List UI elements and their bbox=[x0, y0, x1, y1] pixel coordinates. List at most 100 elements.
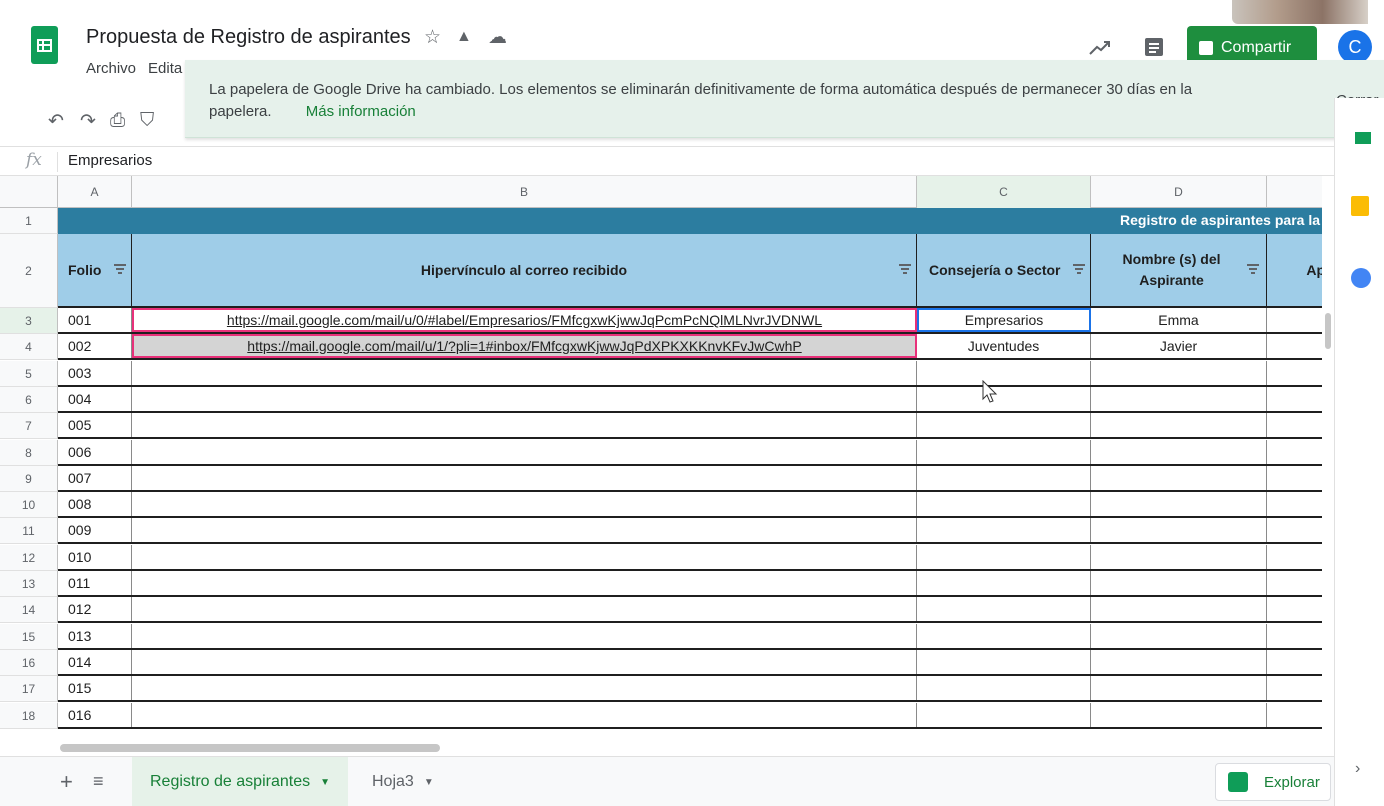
formula-input[interactable]: Empresarios bbox=[68, 152, 152, 169]
cell-folio[interactable]: 006 bbox=[58, 440, 132, 464]
cell-next[interactable] bbox=[1267, 624, 1322, 648]
cell-folio[interactable]: 011 bbox=[58, 571, 132, 595]
cell-folio[interactable]: 002 bbox=[58, 334, 132, 358]
cell-next[interactable] bbox=[1267, 518, 1322, 542]
cell-sector[interactable] bbox=[917, 703, 1091, 727]
menu-editar[interactable]: Edita bbox=[148, 60, 182, 77]
cell-folio[interactable]: 005 bbox=[58, 413, 132, 437]
cell-link[interactable] bbox=[132, 703, 917, 727]
undo-icon[interactable]: ↶ bbox=[48, 110, 64, 133]
cell-link[interactable] bbox=[132, 466, 917, 490]
cell-link[interactable] bbox=[132, 440, 917, 464]
cell-link[interactable] bbox=[132, 361, 917, 385]
header-folio[interactable]: Folio bbox=[58, 234, 132, 306]
menu-archivo[interactable]: Archivo bbox=[86, 60, 136, 77]
cloud-status-icon[interactable]: ☁ bbox=[488, 26, 507, 49]
cell-sector[interactable] bbox=[917, 624, 1091, 648]
header-name[interactable]: Nombre (s) del Aspirante bbox=[1091, 234, 1267, 306]
more-info-link[interactable]: Más información bbox=[306, 103, 416, 120]
comment-icon[interactable] bbox=[1143, 36, 1165, 58]
cell-next[interactable] bbox=[1267, 703, 1322, 727]
cell-folio[interactable]: 004 bbox=[58, 387, 132, 411]
cell-sector[interactable] bbox=[917, 518, 1091, 542]
cell-next[interactable] bbox=[1267, 492, 1322, 516]
row-header[interactable]: 1 bbox=[0, 208, 58, 234]
cell-sector[interactable] bbox=[917, 387, 1091, 411]
caret-down-icon[interactable]: ▼ bbox=[320, 777, 330, 788]
keep-icon[interactable] bbox=[1351, 196, 1369, 216]
cell-name[interactable] bbox=[1091, 597, 1267, 621]
cell-name[interactable] bbox=[1091, 545, 1267, 569]
cell-folio[interactable]: 009 bbox=[58, 518, 132, 542]
cell-name[interactable] bbox=[1091, 571, 1267, 595]
drive-move-icon[interactable]: ▲ bbox=[456, 28, 472, 46]
cell-folio[interactable]: 003 bbox=[58, 361, 132, 385]
cell-link[interactable] bbox=[132, 676, 917, 700]
row-header[interactable]: 3 bbox=[0, 308, 58, 334]
row-header[interactable]: 16 bbox=[0, 650, 58, 676]
cell-next[interactable] bbox=[1267, 466, 1322, 490]
cell-next[interactable] bbox=[1267, 334, 1322, 358]
row-header[interactable]: 17 bbox=[0, 676, 58, 702]
row-header[interactable]: 10 bbox=[0, 492, 58, 518]
cell-next[interactable] bbox=[1267, 387, 1322, 411]
cell-name[interactable]: Javier bbox=[1091, 334, 1267, 358]
row-header[interactable]: 5 bbox=[0, 361, 58, 387]
cell-name[interactable] bbox=[1091, 387, 1267, 411]
cell-sector[interactable] bbox=[917, 650, 1091, 674]
cell-link[interactable] bbox=[132, 387, 917, 411]
cell-sector[interactable] bbox=[917, 413, 1091, 437]
row-header[interactable]: 18 bbox=[0, 703, 58, 729]
cell-sector[interactable] bbox=[917, 676, 1091, 700]
cell-folio[interactable]: 015 bbox=[58, 676, 132, 700]
email-link[interactable]: https://mail.google.com/mail/u/0/#label/… bbox=[227, 312, 822, 328]
cell-next[interactable] bbox=[1267, 650, 1322, 674]
row-header[interactable]: 15 bbox=[0, 624, 58, 650]
cell-link[interactable]: https://mail.google.com/mail/u/0/#label/… bbox=[132, 308, 917, 332]
calendar-icon[interactable] bbox=[1355, 132, 1371, 144]
row-header[interactable]: 2 bbox=[0, 234, 58, 308]
cell-name[interactable] bbox=[1091, 361, 1267, 385]
cell-link[interactable] bbox=[132, 492, 917, 516]
cell-name[interactable] bbox=[1091, 624, 1267, 648]
column-header-a[interactable]: A bbox=[58, 176, 132, 208]
cell-folio[interactable]: 001 bbox=[58, 308, 132, 332]
cell-next[interactable] bbox=[1267, 361, 1322, 385]
cell-sector[interactable]: Juventudes bbox=[917, 334, 1091, 358]
cell-name[interactable] bbox=[1091, 518, 1267, 542]
cell-link[interactable] bbox=[132, 413, 917, 437]
cell-name[interactable] bbox=[1091, 440, 1267, 464]
cell-sector[interactable] bbox=[917, 597, 1091, 621]
chevron-right-icon[interactable]: › bbox=[1355, 760, 1360, 778]
row-header[interactable]: 8 bbox=[0, 440, 58, 466]
redo-icon[interactable]: ↷ bbox=[80, 110, 96, 133]
cell-sector[interactable]: Empresarios bbox=[917, 308, 1091, 332]
filter-icon[interactable] bbox=[899, 264, 911, 274]
cell-link[interactable] bbox=[132, 624, 917, 648]
cell-link[interactable] bbox=[132, 518, 917, 542]
cell-folio[interactable]: 013 bbox=[58, 624, 132, 648]
paint-format-icon[interactable]: ⛉ bbox=[140, 110, 154, 132]
cell-next[interactable] bbox=[1267, 676, 1322, 700]
vertical-scrollbar[interactable] bbox=[1322, 178, 1334, 742]
cell-link[interactable] bbox=[132, 650, 917, 674]
cell-link[interactable] bbox=[132, 545, 917, 569]
row-header[interactable]: 11 bbox=[0, 518, 58, 544]
spreadsheet-grid[interactable]: A B C D 1 2 Registro de aspirantes para … bbox=[0, 176, 1322, 742]
avatar[interactable]: C bbox=[1338, 30, 1372, 64]
star-icon[interactable]: ☆ bbox=[424, 26, 441, 49]
cell-folio[interactable]: 010 bbox=[58, 545, 132, 569]
cell-sector[interactable] bbox=[917, 361, 1091, 385]
cell-folio[interactable]: 012 bbox=[58, 597, 132, 621]
all-sheets-button[interactable]: ≡ bbox=[93, 771, 104, 792]
cell-next[interactable] bbox=[1267, 597, 1322, 621]
cell-sector[interactable] bbox=[917, 545, 1091, 569]
cell-next[interactable] bbox=[1267, 545, 1322, 569]
cell-folio[interactable]: 014 bbox=[58, 650, 132, 674]
column-header-d[interactable]: D bbox=[1091, 176, 1267, 208]
filter-icon[interactable] bbox=[1247, 264, 1259, 274]
caret-down-icon[interactable]: ▼ bbox=[424, 777, 434, 788]
column-header-b[interactable]: B bbox=[132, 176, 917, 208]
row-header[interactable]: 14 bbox=[0, 597, 58, 623]
cell-link[interactable]: https://mail.google.com/mail/u/1/?pli=1#… bbox=[132, 334, 917, 358]
